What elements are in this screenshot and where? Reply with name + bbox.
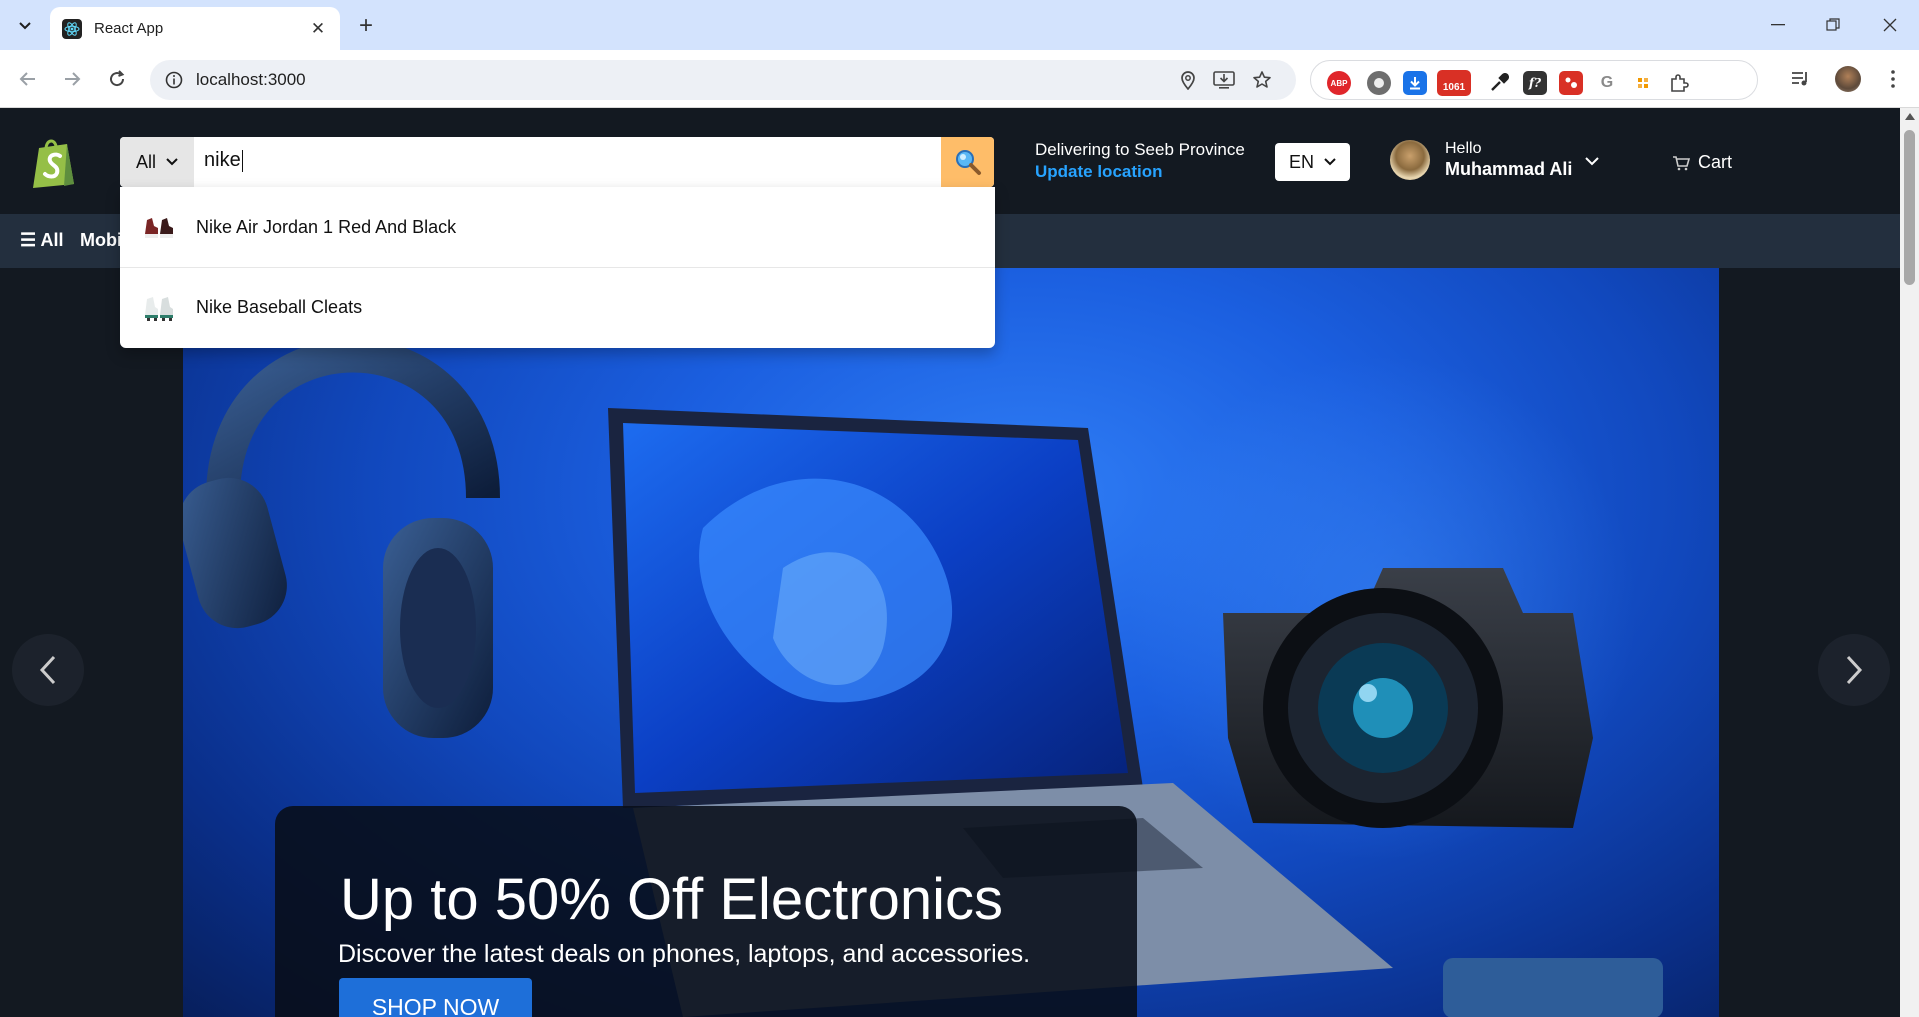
text-caret: [241, 149, 243, 172]
minimize-icon[interactable]: [1758, 10, 1798, 40]
record-icon[interactable]: [1367, 71, 1391, 95]
red-black-sneaker-icon: [142, 210, 176, 244]
calendar-icon[interactable]: 1061: [1437, 70, 1471, 96]
search-category-select[interactable]: All: [120, 137, 194, 187]
search-input[interactable]: nike: [204, 149, 243, 172]
chevron-right-icon: [1846, 655, 1863, 685]
font-icon-label: f?: [1528, 76, 1542, 90]
suggestion-item[interactable]: Nike Air Jordan 1 Red And Black: [120, 187, 995, 267]
extensions-area: ABP 1061 f? G: [1310, 60, 1758, 100]
suggestion-item[interactable]: Nike Baseball Cleats: [120, 267, 995, 347]
font-icon[interactable]: f?: [1523, 71, 1547, 95]
user-avatar[interactable]: [1390, 140, 1430, 180]
cart-icon: [1673, 155, 1690, 170]
reload-icon[interactable]: [102, 64, 132, 94]
grammarly-label: G: [1600, 74, 1614, 91]
forward-arrow-icon[interactable]: [57, 64, 87, 94]
tab-title: React App: [94, 20, 164, 37]
carousel-prev-button[interactable]: [12, 634, 84, 706]
address-bar[interactable]: localhost:3000: [150, 60, 1296, 100]
adblock-plus-label: ABP: [1330, 78, 1348, 88]
back-arrow-icon[interactable]: [13, 64, 43, 94]
search-input-value: nike: [204, 149, 241, 171]
cart-button[interactable]: Cart: [1672, 152, 1732, 173]
site-info-icon[interactable]: [164, 70, 184, 90]
profile-avatar[interactable]: [1835, 66, 1861, 92]
calendar-badge: 1061: [1442, 81, 1466, 93]
media-queue-icon[interactable]: [1788, 66, 1814, 92]
bookmark-star-icon[interactable]: [1251, 69, 1273, 91]
delivery-label: Delivering to Seeb Province: [1035, 140, 1245, 159]
search-category-value: All: [135, 151, 156, 172]
search-suggestions: Nike Air Jordan 1 Red And Black Nike Bas…: [120, 187, 995, 348]
page-scrollbar[interactable]: [1900, 108, 1919, 1017]
tab-search-chevron-icon[interactable]: [10, 10, 40, 40]
update-location-link[interactable]: Update location: [1035, 162, 1245, 182]
suggestion-label: Nike Baseball Cleats: [196, 297, 363, 317]
browser-tab[interactable]: React App ✕: [50, 7, 340, 50]
all-label: All: [40, 230, 64, 250]
account-chevron-down-icon[interactable]: [1585, 153, 1599, 169]
chevron-down-icon: [1324, 158, 1336, 166]
promo-subtitle: Discover the latest deals on phones, lap…: [338, 940, 1031, 968]
cart-label: Cart: [1698, 152, 1733, 172]
suggestion-label: Nike Air Jordan 1 Red And Black: [196, 216, 457, 237]
download-manager-icon[interactable]: [1403, 71, 1427, 95]
chevron-down-icon: [166, 158, 178, 166]
language-select[interactable]: EN: [1275, 143, 1350, 181]
scroll-up-arrow-icon[interactable]: [1905, 113, 1915, 120]
language-value: EN: [1288, 151, 1314, 172]
adblock-plus-icon[interactable]: ABP: [1327, 71, 1351, 95]
install-app-icon[interactable]: [1213, 69, 1235, 91]
eyedropper-icon[interactable]: [1487, 71, 1511, 95]
carousel-next-button[interactable]: [1818, 634, 1890, 706]
cleats-icon: [142, 291, 176, 325]
search-button[interactable]: [941, 137, 994, 187]
tab-close-icon[interactable]: ✕: [308, 19, 328, 39]
search-icon: [955, 150, 981, 175]
shopify-bag-logo-icon[interactable]: [30, 136, 78, 190]
new-tab-plus-icon[interactable]: +: [352, 12, 380, 40]
shop-now-button[interactable]: SHOP NOW: [339, 978, 532, 1017]
scroll-thumb[interactable]: [1904, 130, 1915, 285]
react-logo-icon: [62, 18, 82, 39]
grammarly-icon[interactable]: G: [1595, 71, 1619, 95]
restore-icon[interactable]: [1813, 10, 1853, 40]
greeting: Hello: [1445, 140, 1482, 157]
menu-kebab-icon[interactable]: [1880, 66, 1906, 92]
user-name: Muhammad Ali: [1445, 159, 1573, 179]
extensions-puzzle-icon[interactable]: [1667, 71, 1691, 95]
promo-title: Up to 50% Off Electronics: [340, 867, 1004, 932]
chevron-left-icon: [39, 655, 56, 685]
browser-tab-strip: React App ✕ +: [0, 0, 1919, 50]
account-menu[interactable]: Hello Muhammad Ali: [1445, 140, 1572, 180]
all-categories-menu[interactable]: ☰ All: [20, 230, 64, 251]
delivery-location[interactable]: Delivering to Seeb Province Update locat…: [1035, 140, 1245, 182]
puzzle-game-icon[interactable]: [1559, 71, 1583, 95]
search-bar: All nike: [120, 137, 994, 187]
url-text[interactable]: localhost:3000: [196, 70, 306, 90]
location-pin-icon[interactable]: [1177, 69, 1199, 91]
window-close-icon[interactable]: [1870, 10, 1910, 40]
grid-icon[interactable]: [1631, 71, 1655, 95]
nav-item-mobiles[interactable]: Mobi: [80, 230, 122, 251]
